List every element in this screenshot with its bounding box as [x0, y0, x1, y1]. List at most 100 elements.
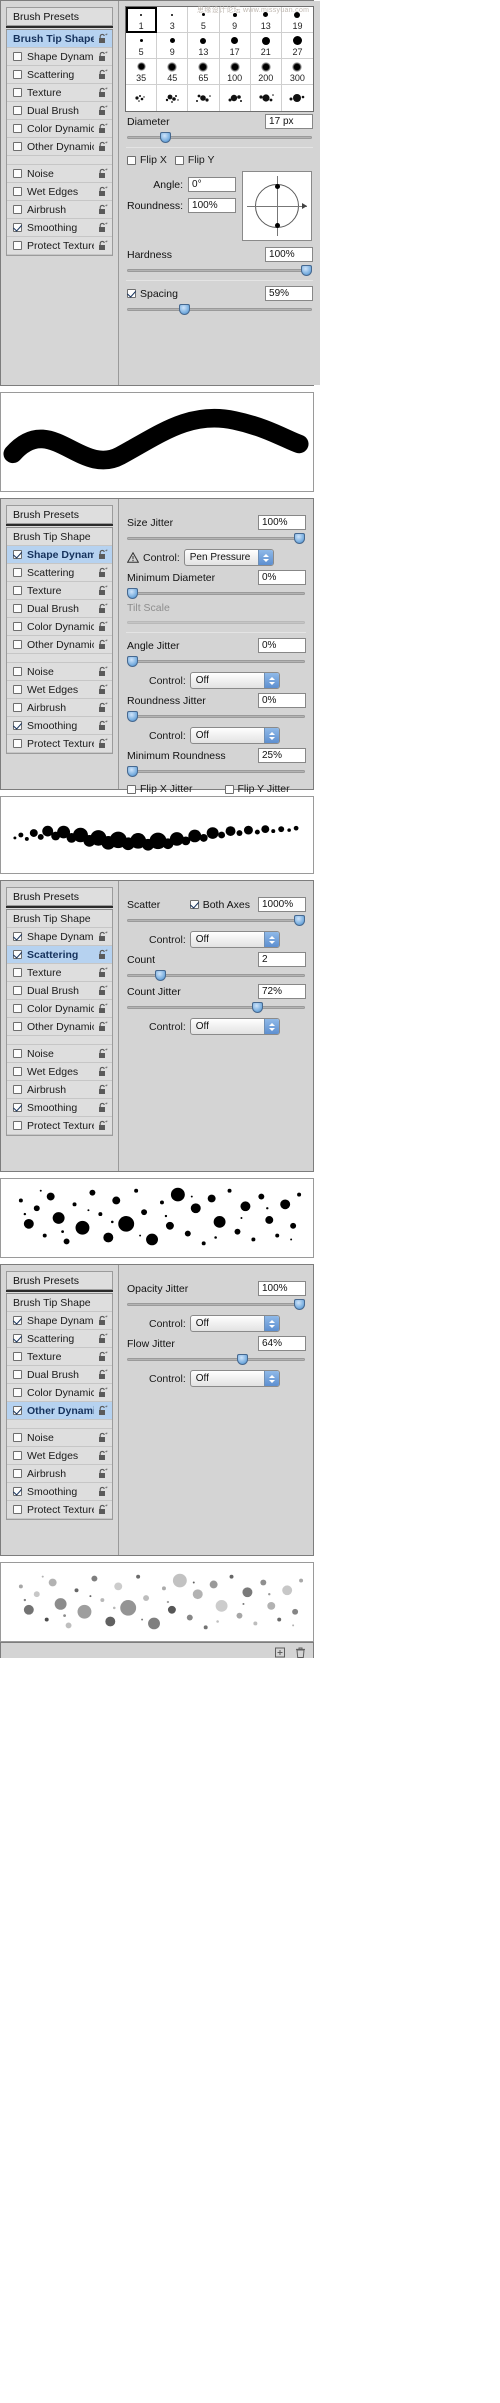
brush-cell[interactable]: 3	[157, 7, 189, 33]
sidebar-item-airbrush[interactable]: Airbrush	[7, 1465, 112, 1483]
sidebar-item-smoothing[interactable]: Smoothing	[7, 1099, 112, 1117]
lock-icon[interactable]	[97, 949, 108, 960]
brush-cell[interactable]: 17	[219, 33, 251, 59]
lock-icon[interactable]	[97, 549, 108, 560]
color-dynamics-checkbox[interactable]	[13, 622, 22, 631]
lock-icon[interactable]	[97, 1315, 108, 1326]
lock-icon[interactable]	[97, 931, 108, 942]
scattering-checkbox[interactable]	[13, 70, 22, 79]
scatter-slider[interactable]	[127, 915, 305, 926]
sidebar-item-dual-brush[interactable]: Dual Brush	[7, 982, 112, 1000]
airbrush-checkbox[interactable]	[13, 1469, 22, 1478]
lock-icon[interactable]	[97, 1021, 108, 1032]
lock-icon[interactable]	[97, 33, 108, 44]
count-jitter-control-select[interactable]: Off	[189, 1018, 280, 1035]
brush-cell[interactable]: 19	[281, 7, 314, 33]
lock-icon[interactable]	[97, 1333, 108, 1344]
sidebar-item-scattering[interactable]: Scattering	[7, 946, 112, 964]
brush-cell[interactable]: 100	[219, 59, 251, 85]
sidebar-item-color-dynamics[interactable]: Color Dynamics	[7, 618, 112, 636]
sidebar-item-color-dynamics[interactable]: Color Dynamics	[7, 1384, 112, 1402]
lock-icon[interactable]	[97, 1504, 108, 1515]
brush-cell[interactable]: 300	[281, 59, 314, 85]
other-dynamics-checkbox[interactable]	[13, 142, 22, 151]
slider-thumb[interactable]	[294, 533, 305, 544]
color-dynamics-checkbox[interactable]	[13, 1004, 22, 1013]
spacing-slider[interactable]	[127, 304, 313, 315]
sidebar-item-airbrush[interactable]: Airbrush	[7, 699, 112, 717]
airbrush-checkbox[interactable]	[13, 205, 22, 214]
lock-icon[interactable]	[97, 186, 108, 197]
sidebar-item-color-dynamics[interactable]: Color Dynamics	[7, 120, 112, 138]
brush-cell[interactable]: 200	[250, 59, 282, 85]
dual-brush-checkbox[interactable]	[13, 106, 22, 115]
shape-dynamics-checkbox[interactable]	[13, 550, 22, 559]
sidebar-item-protect-texture[interactable]: Protect Texture	[7, 1117, 112, 1135]
lock-icon[interactable]	[97, 1120, 108, 1131]
diameter-input[interactable]: 17 px	[265, 114, 314, 129]
noise-checkbox[interactable]	[13, 169, 22, 178]
brush-cell[interactable]: 21	[250, 33, 282, 59]
size-jitter-input[interactable]: 100%	[258, 515, 306, 530]
brush-presets-header[interactable]: Brush Presets	[6, 1271, 113, 1290]
wet-edges-checkbox[interactable]	[13, 1067, 22, 1076]
flip-y-checkbox[interactable]	[174, 155, 184, 165]
count-jitter-input[interactable]: 72%	[258, 984, 306, 999]
brush-presets-header[interactable]: Brush Presets	[6, 7, 113, 26]
brush-cell[interactable]: 13	[188, 33, 220, 59]
lock-icon[interactable]	[97, 567, 108, 578]
lock-icon[interactable]	[97, 1066, 108, 1077]
sidebar-item-other-dynamics[interactable]: Other Dynamics	[7, 636, 112, 654]
shape-dynamics-checkbox[interactable]	[13, 932, 22, 941]
diameter-slider[interactable]	[127, 132, 313, 143]
chevron-updown-icon[interactable]	[263, 1019, 279, 1034]
lock-icon[interactable]	[97, 603, 108, 614]
sidebar-item-other-dynamics[interactable]: Other Dynamics	[7, 1402, 112, 1420]
wet-edges-checkbox[interactable]	[13, 187, 22, 196]
sidebar-item-brush-tip-shape[interactable]: Brush Tip Shape	[7, 30, 112, 48]
sidebar-item-wet-edges[interactable]: Wet Edges	[7, 183, 112, 201]
other-dynamics-checkbox[interactable]	[13, 640, 22, 649]
slider-thumb[interactable]	[127, 766, 138, 777]
opacity-jitter-slider[interactable]	[127, 1299, 305, 1310]
sidebar-item-texture[interactable]: Texture	[7, 1348, 112, 1366]
lock-icon[interactable]	[97, 1405, 108, 1416]
brush-cell[interactable]: 35	[126, 59, 158, 85]
color-dynamics-checkbox[interactable]	[13, 1388, 22, 1397]
minimum-diameter-slider[interactable]	[127, 588, 305, 599]
sidebar-item-wet-edges[interactable]: Wet Edges	[7, 1063, 112, 1081]
noise-checkbox[interactable]	[13, 667, 22, 676]
texture-checkbox[interactable]	[13, 88, 22, 97]
spacing-input[interactable]: 59%	[265, 286, 314, 301]
sidebar-item-protect-texture[interactable]: Protect Texture	[7, 735, 112, 753]
smoothing-checkbox[interactable]	[13, 1103, 22, 1112]
brush-cell[interactable]	[188, 85, 220, 111]
brush-cell[interactable]: 1	[126, 7, 158, 33]
smoothing-checkbox[interactable]	[13, 223, 22, 232]
dial-handle-bottom[interactable]	[274, 223, 280, 228]
chevron-updown-icon[interactable]	[263, 1316, 279, 1331]
brush-cell[interactable]: 9	[219, 7, 251, 33]
sidebar-item-smoothing[interactable]: Smoothing	[7, 219, 112, 237]
flow-jitter-slider[interactable]	[127, 1354, 305, 1365]
lock-icon[interactable]	[97, 621, 108, 632]
trash-icon[interactable]	[294, 1646, 307, 1659]
lock-icon[interactable]	[97, 1450, 108, 1461]
sidebar-item-other-dynamics[interactable]: Other Dynamics	[7, 138, 112, 156]
minimum-diameter-input[interactable]: 0%	[258, 570, 306, 585]
hardness-slider[interactable]	[127, 265, 313, 276]
slider-thumb[interactable]	[294, 915, 305, 926]
roundness-jitter-control-select[interactable]: Off	[189, 727, 280, 744]
lock-icon[interactable]	[97, 1486, 108, 1497]
brush-cell[interactable]: 13	[250, 7, 282, 33]
sidebar-item-shape-dynamics[interactable]: Shape Dynamics	[7, 928, 112, 946]
dial-handle-top[interactable]	[274, 184, 280, 189]
lock-icon[interactable]	[97, 967, 108, 978]
roundness-jitter-slider[interactable]	[127, 711, 305, 722]
brush-cell[interactable]: 45	[157, 59, 189, 85]
lock-icon[interactable]	[97, 1468, 108, 1479]
scatter-input[interactable]: 1000%	[258, 897, 306, 912]
scattering-checkbox[interactable]	[13, 1334, 22, 1343]
angle-input[interactable]: 0°	[188, 177, 237, 192]
flip-y-jitter-checkbox[interactable]	[224, 784, 234, 794]
